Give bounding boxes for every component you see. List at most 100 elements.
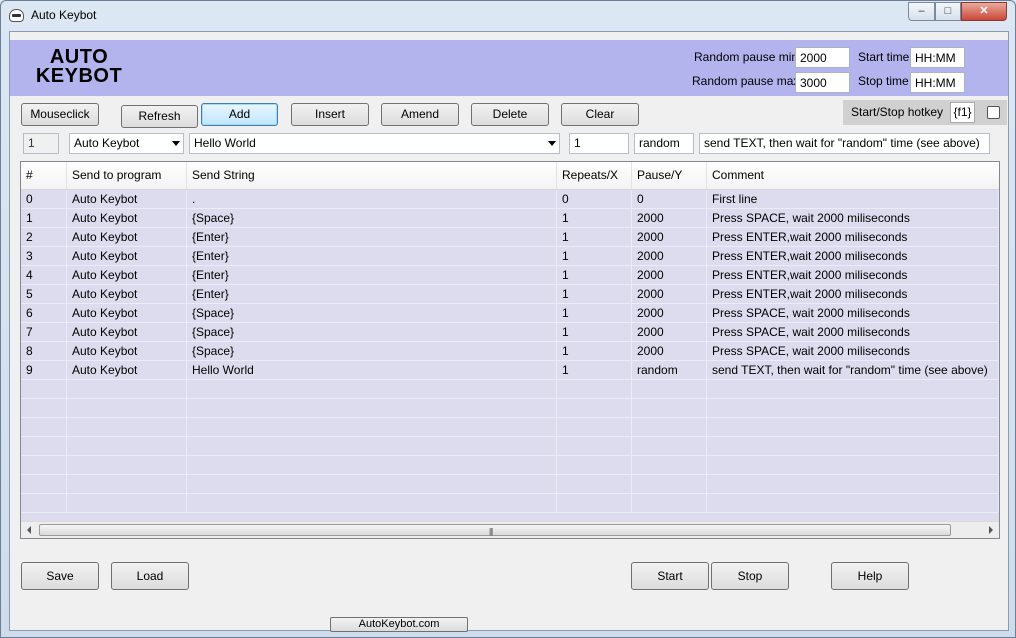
scroll-left-icon[interactable] — [27, 526, 31, 534]
start-button[interactable]: Start — [631, 562, 709, 590]
save-button[interactable]: Save — [21, 562, 99, 590]
table-row[interactable]: 6 Auto Keybot {Space} 1 2000 Press SPACE, wai… — [21, 304, 999, 323]
table-cell-index — [21, 494, 67, 513]
table-row[interactable] — [21, 437, 999, 456]
send-string-dropdown[interactable]: Hello World — [189, 133, 560, 154]
table-cell-pause — [632, 380, 707, 399]
column-header-program[interactable]: Send to program — [67, 162, 187, 189]
table-cell-index — [21, 475, 67, 494]
table-cell-pause: 2000 — [632, 209, 707, 228]
hotkey-checkbox[interactable] — [987, 106, 1000, 119]
table-cell-repeats: 1 — [557, 228, 632, 247]
table-cell-index: 9 — [21, 361, 67, 380]
table-row[interactable]: 7 Auto Keybot {Space} 1 2000 Press SPACE, wai… — [21, 323, 999, 342]
client-area: AUTO KEYBOT Random pause min Random paus… — [9, 31, 1009, 632]
repeats-input[interactable]: 1 — [569, 133, 629, 154]
hotkey-input[interactable]: {f1} — [950, 102, 975, 123]
table-cell-pause: 2000 — [632, 342, 707, 361]
table-cell-send-string — [187, 475, 557, 494]
load-button[interactable]: Load — [111, 562, 189, 590]
table-cell-send-string: {Enter} — [187, 228, 557, 247]
column-header-repeats[interactable]: Repeats/X — [557, 162, 632, 189]
table-row[interactable] — [21, 475, 999, 494]
pause-min-label: Random pause min — [694, 50, 799, 64]
table-cell-comment: Press SPACE, wait 2000 miliseconds — [707, 342, 999, 361]
table-row[interactable]: 4 Auto Keybot {Enter} 1 2000 Press ENTER,wait… — [21, 266, 999, 285]
column-header-index[interactable]: # — [21, 162, 67, 189]
table-cell-send-string: {Enter} — [187, 285, 557, 304]
table-cell-program — [67, 418, 187, 437]
table-row[interactable] — [21, 418, 999, 437]
minimize-button[interactable]: – — [908, 2, 935, 21]
amend-button[interactable]: Amend — [381, 103, 459, 126]
table-row[interactable]: 0 Auto Keybot. 0 0 First line — [21, 190, 999, 209]
table-cell-pause — [632, 437, 707, 456]
table-cell-pause: 2000 — [632, 323, 707, 342]
table-cell-pause — [632, 399, 707, 418]
mouseclick-button[interactable]: Mouseclick — [21, 103, 99, 126]
table-row[interactable]: 2 Auto Keybot {Enter} 1 2000 Press ENTER,wait… — [21, 228, 999, 247]
pause-max-input[interactable] — [795, 72, 850, 93]
table-cell-send-string — [187, 494, 557, 513]
refresh-button[interactable]: Refresh — [121, 105, 198, 128]
horizontal-scrollbar[interactable]: ||| — [21, 521, 999, 538]
table-row[interactable] — [21, 456, 999, 475]
column-header-comment[interactable]: Comment — [707, 162, 999, 189]
table-cell-program: Auto Keybot — [67, 361, 187, 380]
comment-input[interactable]: send TEXT, then wait for "random" time (… — [699, 133, 990, 154]
table-row[interactable]: 8 Auto Keybot {Space} 1 2000 Press SPACE, wai… — [21, 342, 999, 361]
table-cell-pause: 2000 — [632, 266, 707, 285]
table-row[interactable]: 3 Auto Keybot {Enter} 1 2000 Press ENTER,wait… — [21, 247, 999, 266]
app-icon — [9, 9, 24, 22]
table-row[interactable]: 9 Auto Keybot Hello World 1 random send TEXT,… — [21, 361, 999, 380]
maximize-button[interactable]: □ — [935, 2, 961, 21]
logo-line-2: KEYBOT — [35, 65, 123, 87]
table-cell-index: 7 — [21, 323, 67, 342]
table-cell-send-string: {Enter} — [187, 266, 557, 285]
column-header-send-string[interactable]: Send String — [187, 162, 557, 189]
scroll-right-icon[interactable] — [989, 526, 993, 534]
insert-button[interactable]: Insert — [291, 103, 369, 126]
stop-button[interactable]: Stop — [711, 562, 789, 590]
table-cell-repeats — [557, 456, 632, 475]
program-dropdown[interactable]: Auto Keybot — [69, 133, 184, 154]
table-cell-repeats: 1 — [557, 361, 632, 380]
title-bar[interactable]: Auto Keybot – □ ✕ — [1, 1, 1015, 29]
table-cell-repeats: 1 — [557, 304, 632, 323]
table-cell-repeats: 1 — [557, 266, 632, 285]
table-cell-comment — [707, 418, 999, 437]
scroll-thumb[interactable]: ||| — [39, 524, 951, 536]
table-row[interactable]: 5 Auto Keybot {Enter} 1 2000 Press ENTER,wait… — [21, 285, 999, 304]
steps-table[interactable]: # Send to program Send String Repeats/X … — [20, 161, 1000, 539]
table-cell-index: 3 — [21, 247, 67, 266]
pause-min-input[interactable] — [795, 47, 850, 68]
header-band: AUTO KEYBOT Random pause min Random paus… — [10, 40, 1008, 96]
hotkey-label: Start/Stop hotkey — [851, 105, 944, 119]
clear-button[interactable]: Clear — [561, 103, 639, 126]
table-cell-comment: First line — [707, 190, 999, 209]
pause-input[interactable]: random — [634, 133, 694, 154]
table-cell-program — [67, 399, 187, 418]
table-cell-pause — [632, 494, 707, 513]
close-button[interactable]: ✕ — [961, 2, 1007, 21]
table-cell-index: 8 — [21, 342, 67, 361]
help-button[interactable]: Help — [831, 562, 909, 590]
table-cell-send-string: {Space} — [187, 304, 557, 323]
index-field: 1 — [23, 133, 59, 154]
table-header: # Send to program Send String Repeats/X … — [21, 162, 999, 190]
table-row[interactable] — [21, 380, 999, 399]
table-cell-repeats — [557, 418, 632, 437]
column-header-pause[interactable]: Pause/Y — [632, 162, 707, 189]
table-cell-comment: Press SPACE, wait 2000 miliseconds — [707, 304, 999, 323]
table-cell-program — [67, 437, 187, 456]
website-link-button[interactable]: AutoKeybot.com — [330, 617, 468, 632]
table-cell-send-string — [187, 380, 557, 399]
start-time-input[interactable] — [910, 47, 965, 68]
table-cell-send-string — [187, 418, 557, 437]
table-row[interactable] — [21, 399, 999, 418]
add-button[interactable]: Add — [201, 103, 278, 126]
table-row[interactable] — [21, 494, 999, 513]
table-row[interactable]: 1 Auto Keybot {Space} 1 2000 Press SPACE, wai… — [21, 209, 999, 228]
stop-time-input[interactable] — [910, 72, 965, 93]
delete-button[interactable]: Delete — [471, 103, 549, 126]
